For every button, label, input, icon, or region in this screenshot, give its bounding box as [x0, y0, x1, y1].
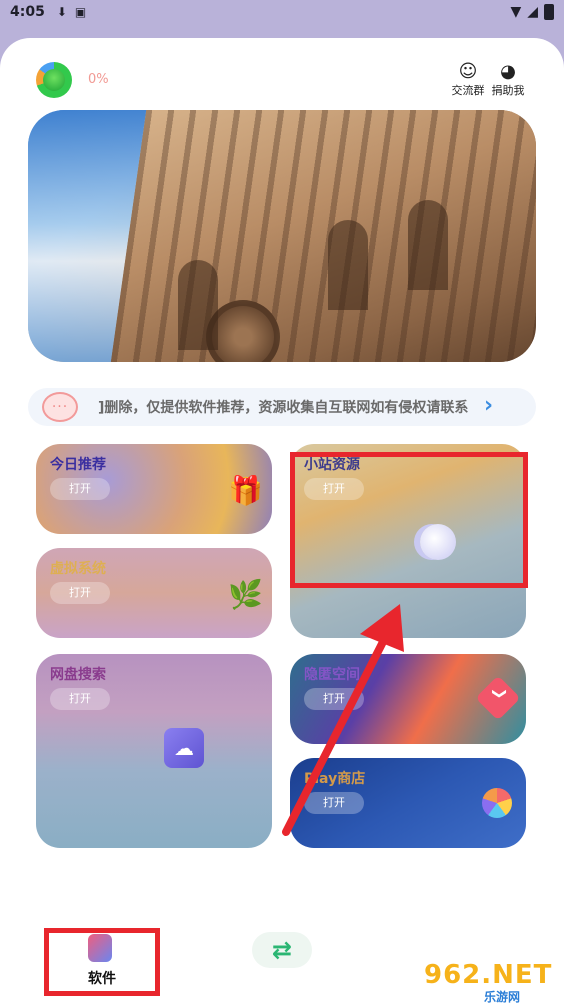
group-chat-label: 交流群: [451, 84, 485, 97]
cloud-upload-icon: ☁: [164, 728, 204, 768]
open-button[interactable]: 打开: [304, 792, 364, 814]
highlight-box-software: [44, 928, 160, 996]
site-watermark: 962.NET 乐游网: [424, 960, 560, 1004]
open-button[interactable]: 打开: [304, 688, 364, 710]
watermark-small: 乐游网: [484, 990, 521, 1004]
swap-arrows-icon: ⇄: [271, 936, 293, 964]
highlight-box-site: [290, 452, 528, 588]
card-title: 网盘搜索: [50, 667, 106, 683]
chevron-right-icon[interactable]: ›: [484, 393, 493, 418]
chat-bubble-icon: ···: [42, 392, 78, 422]
notice-text: ]删除，仅提供软件推荐，资源收集自互联网如有侵权请联系: [98, 400, 469, 416]
progress-percent: 0%: [88, 72, 109, 87]
plant-icon: 🌿: [228, 578, 263, 611]
card-today-recommend[interactable]: 今日推荐 打开 🎁: [36, 444, 272, 534]
download-icon: ⬇: [56, 5, 67, 19]
card-hidden-space[interactable]: 隐匿空间 打开: [290, 654, 526, 744]
battery-icon: [544, 4, 554, 20]
card-netdisk-search[interactable]: 网盘搜索 打开 ☁: [36, 654, 272, 848]
card-title: 隐匿空间: [304, 667, 360, 683]
status-bar: 4:05 ⬇ ▣ ▼ ◢: [0, 0, 564, 24]
group-chat-button[interactable]: ☺ 交流群: [448, 62, 488, 98]
tab-swap[interactable]: ⇄: [252, 932, 312, 968]
card-title: Play商店: [304, 771, 366, 787]
watermark-big: 962.NET: [424, 960, 553, 990]
status-time: 4:05: [10, 4, 45, 20]
open-button[interactable]: 打开: [50, 688, 110, 710]
flower-icon: [482, 788, 512, 818]
wifi-icon: ▼: [510, 4, 522, 20]
heart-icon: [475, 675, 521, 721]
card-title: 虚拟系统: [50, 561, 106, 577]
penguin-icon: ◕: [500, 61, 516, 82]
user-avatar-icon: ☺: [458, 61, 478, 82]
signal-icon: ◢: [527, 4, 538, 20]
donate-button[interactable]: ◕ 捐助我: [488, 62, 528, 98]
top-bar: 0% ☺ 交流群 ◕ 捐助我: [36, 62, 526, 98]
card-title: 今日推荐: [50, 457, 106, 473]
gift-box-icon: 🎁: [228, 474, 263, 507]
app-notification-icon: ▣: [74, 5, 87, 19]
progress-ring-icon[interactable]: [36, 62, 72, 98]
open-button[interactable]: 打开: [50, 478, 110, 500]
card-virtual-system[interactable]: 虚拟系统 打开 🌿: [36, 548, 272, 638]
donate-label: 捐助我: [491, 84, 525, 97]
open-button[interactable]: 打开: [50, 582, 110, 604]
banner-image[interactable]: [28, 110, 536, 362]
notice-bar[interactable]: ··· ]删除，仅提供软件推荐，资源收集自互联网如有侵权请联系 ›: [28, 388, 536, 426]
card-play-store[interactable]: Play商店 打开: [290, 758, 526, 848]
